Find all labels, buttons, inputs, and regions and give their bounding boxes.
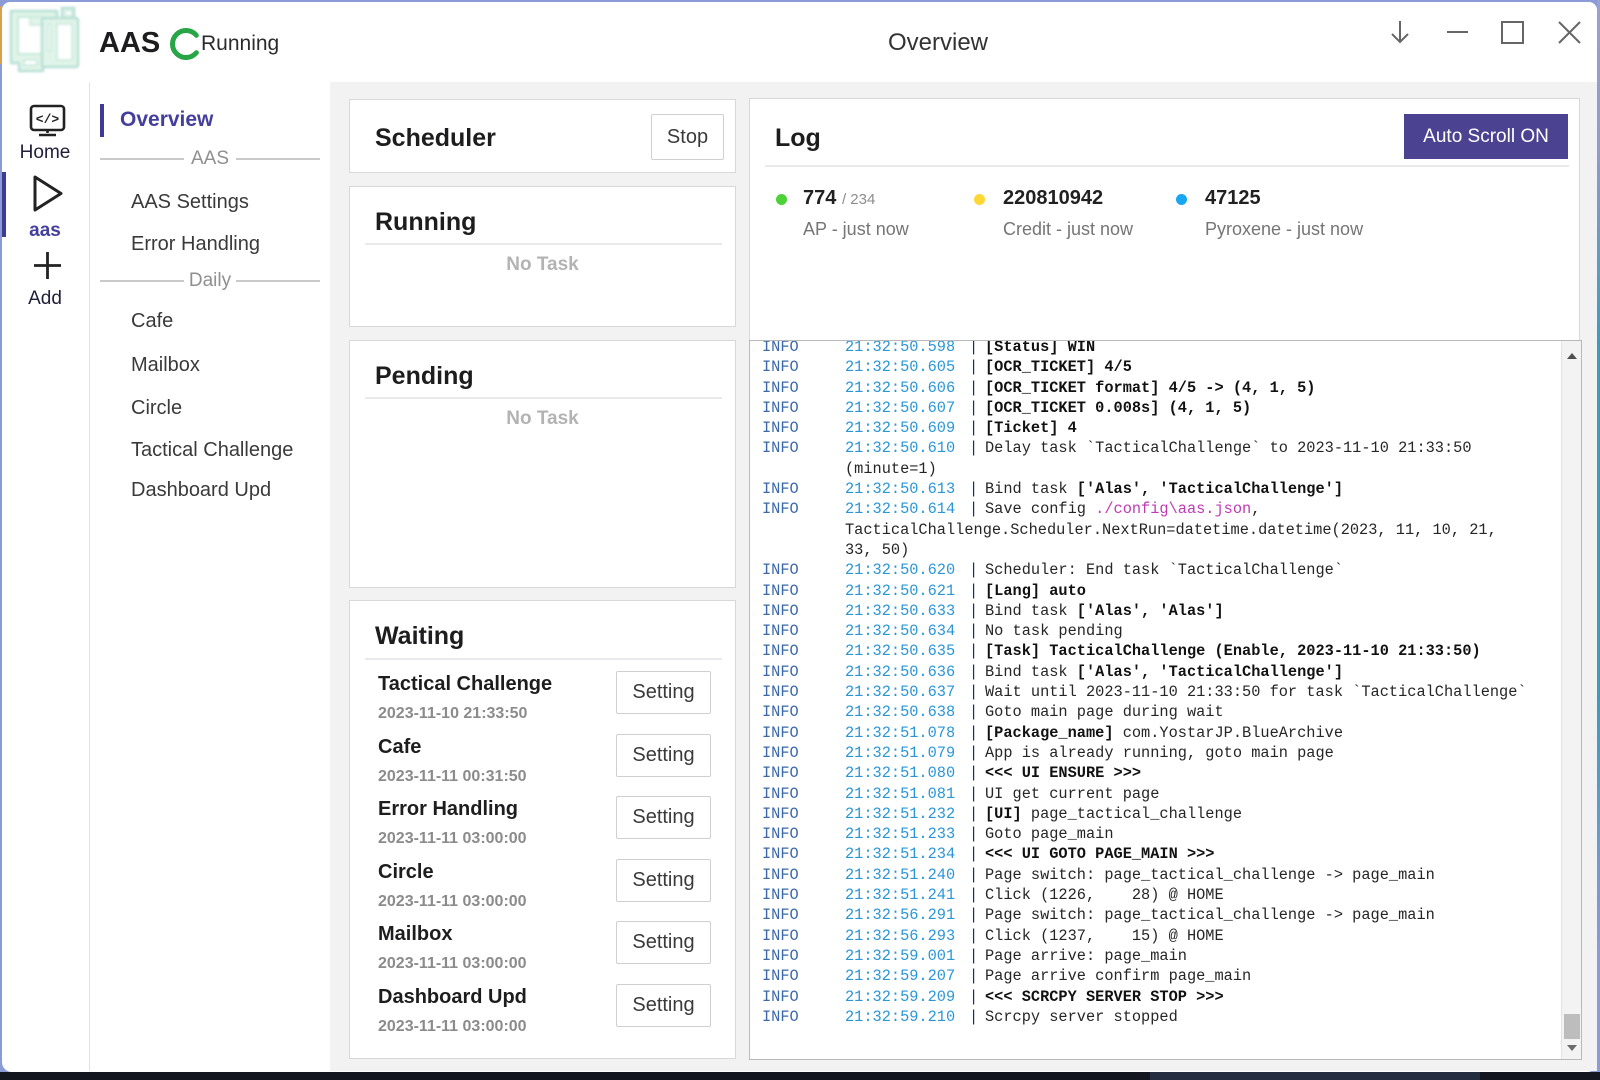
svg-text:</>: </> xyxy=(36,112,60,127)
